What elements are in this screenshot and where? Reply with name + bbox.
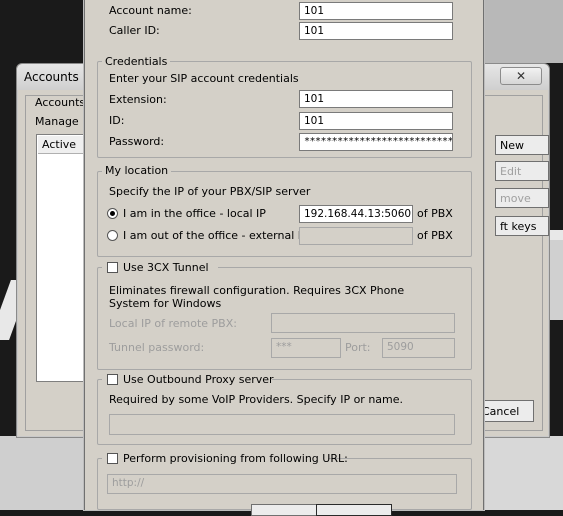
- new-account-button[interactable]: New: [495, 135, 549, 155]
- local-of-pbx-label: of PBX: [417, 207, 453, 220]
- tunnel-local-ip-label: Local IP of remote PBX:: [109, 317, 237, 330]
- caller-id-label: Caller ID:: [109, 24, 160, 37]
- credentials-intro-text: Enter your SIP account credentials: [109, 72, 299, 85]
- local-ip-label[interactable]: I am in the office - local IP: [123, 207, 266, 220]
- local-ip-radio[interactable]: [107, 208, 118, 219]
- tunnel-port-label: Port:: [345, 341, 371, 354]
- external-ip-label[interactable]: I am out of the office - external IP: [123, 229, 308, 242]
- wallpaper-bottom: [0, 436, 84, 510]
- location-group-title: My location: [102, 164, 172, 177]
- use-tunnel-label[interactable]: Use 3CX Tunnel: [123, 261, 209, 274]
- provisioning-checkbox[interactable]: [107, 453, 118, 464]
- proxy-group: [97, 379, 472, 445]
- cancel-button[interactable]: [316, 504, 392, 516]
- wallpaper-bottom-right: [482, 436, 563, 510]
- password-input[interactable]: ****************************: [299, 133, 453, 151]
- id-label: ID:: [109, 114, 125, 127]
- tunnel-description: Eliminates firewall configuration. Requi…: [109, 284, 405, 310]
- accounts-window-title: Accounts: [24, 70, 79, 84]
- external-of-pbx-label: of PBX: [417, 229, 453, 242]
- proxy-description: Required by some VoIP Providers. Specify…: [109, 393, 404, 406]
- accounts-group-label: Accounts: [33, 96, 88, 109]
- remove-account-button[interactable]: move: [495, 188, 549, 208]
- external-ip-input[interactable]: [299, 227, 413, 245]
- provisioning-url-input[interactable]: http://: [107, 474, 457, 494]
- id-input[interactable]: 101: [299, 112, 453, 130]
- provisioning-label[interactable]: Perform provisioning from following URL:: [123, 452, 348, 465]
- use-tunnel-checkbox[interactable]: [107, 262, 118, 273]
- credentials-group-title: Credentials: [102, 55, 171, 68]
- soft-keys-button[interactable]: ft keys: [495, 216, 549, 236]
- tunnel-password-label: Tunnel password:: [109, 341, 205, 354]
- extension-input[interactable]: 101: [299, 90, 453, 108]
- use-proxy-checkbox[interactable]: [107, 374, 118, 385]
- proxy-input[interactable]: [109, 414, 455, 435]
- account-name-label: Account name:: [109, 4, 192, 17]
- caller-id-input[interactable]: 101: [299, 22, 453, 40]
- close-icon[interactable]: ✕: [500, 67, 542, 85]
- password-label: Password:: [109, 135, 165, 148]
- local-ip-input[interactable]: 192.168.44.13:5060: [299, 205, 413, 223]
- tunnel-local-ip-input[interactable]: [271, 313, 455, 333]
- account-name-input[interactable]: 101: [299, 2, 453, 20]
- wallpaper-top-right: [482, 0, 563, 63]
- use-proxy-label[interactable]: Use Outbound Proxy server: [123, 373, 274, 386]
- location-intro-text: Specify the IP of your PBX/SIP server: [109, 185, 311, 198]
- tunnel-port-input[interactable]: 5090: [382, 338, 455, 358]
- edit-account-button[interactable]: Edit: [495, 161, 549, 181]
- accounts-manage-text: Manage S: [35, 115, 90, 128]
- extension-label: Extension:: [109, 93, 167, 106]
- account-settings-dialog: Account name: 101 Caller ID: 101 Credent…: [84, 0, 484, 516]
- tunnel-password-input[interactable]: ***: [271, 338, 341, 358]
- external-ip-radio[interactable]: [107, 230, 118, 241]
